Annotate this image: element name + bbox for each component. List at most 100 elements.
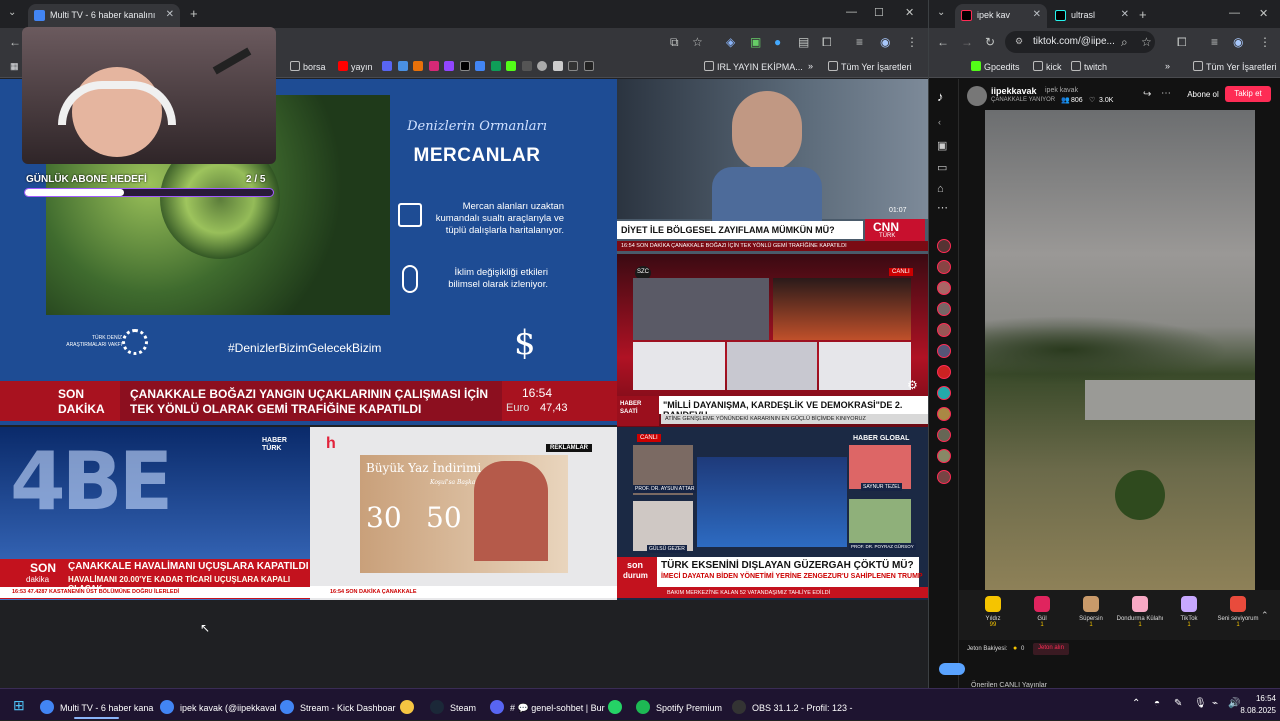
- bookmark-all[interactable]: Tüm Yer İşaretleri: [828, 61, 912, 72]
- followed-avatar[interactable]: [937, 449, 951, 463]
- home-icon[interactable]: ⌂: [937, 183, 944, 195]
- tab-tiktok-ultrasl[interactable]: ultrasl ✕: [1049, 4, 1135, 28]
- streamer-avatar[interactable]: [967, 86, 987, 106]
- followed-avatar[interactable]: [937, 260, 951, 274]
- gift-item[interactable]: Dondurma Külahı 1: [1116, 596, 1164, 628]
- gift-item[interactable]: Gül 1: [1018, 596, 1066, 628]
- extensions-puzzle-icon[interactable]: ⧠: [1177, 35, 1187, 50]
- tile-halk-tv[interactable]: h REKLAMLAR Büyük Yaz İndirimi Koşul'sa …: [310, 427, 617, 600]
- extension-b-icon[interactable]: ▣: [750, 35, 761, 49]
- live-video[interactable]: [985, 110, 1255, 590]
- new-tab-button[interactable]: +: [190, 6, 198, 21]
- star-icon[interactable]: ☆: [1141, 35, 1152, 49]
- bookmark-borsa[interactable]: borsa: [290, 61, 326, 72]
- taskbar-item[interactable]: Steam: [430, 689, 476, 721]
- windows-start-icon[interactable]: ⊞: [13, 697, 25, 714]
- taskbar-item[interactable]: Multi TV - 6 haber kana: [40, 689, 153, 721]
- subscribe-button[interactable]: Abone ol: [1181, 86, 1225, 104]
- site-info-icon[interactable]: ⚙: [1015, 36, 1023, 47]
- back-icon[interactable]: ←: [9, 35, 21, 49]
- collapse-icon[interactable]: ‹: [938, 117, 941, 127]
- followed-avatar[interactable]: [937, 302, 951, 316]
- media-icon[interactable]: ≡: [1211, 35, 1218, 49]
- taskbar-item[interactable]: OBS 31.1.2 - Profil: 123 -: [732, 689, 853, 721]
- bookmark-gpcedits[interactable]: Gpcedits: [971, 61, 1020, 72]
- chat-toggle[interactable]: [939, 663, 965, 675]
- bookmark-twitch[interactable]: twitch: [1071, 61, 1107, 72]
- clock-time[interactable]: 16:54: [1244, 694, 1276, 703]
- buy-coins-button[interactable]: Jeton alın: [1033, 643, 1069, 655]
- followed-avatar[interactable]: [937, 281, 951, 295]
- tile-cnn-turk[interactable]: 01:07 DİYET İLE BÖLGESEL ZAYIFLAMA MÜMKÜ…: [617, 79, 928, 254]
- tile-haber-global[interactable]: CANLI HABER GLOBAL PROF. DR. AYSUN ATTAR…: [617, 427, 928, 600]
- tab-tiktok-ipek[interactable]: ipek kav ✕: [955, 4, 1047, 28]
- live-icon[interactable]: ▭: [937, 161, 947, 174]
- gift-item[interactable]: TikTok 1: [1165, 596, 1213, 628]
- forward-icon[interactable]: →: [961, 35, 973, 49]
- menu-kebab-icon[interactable]: ⋮: [1259, 35, 1271, 49]
- extensions-puzzle-icon[interactable]: ⧠: [822, 35, 832, 50]
- inbox-icon[interactable]: ▣: [937, 139, 947, 152]
- tiktok-username[interactable]: iipekkavak: [991, 86, 1037, 96]
- minimize-button[interactable]: —: [846, 6, 857, 18]
- maximize-button[interactable]: ☐: [874, 6, 884, 19]
- tray-overflow-icon[interactable]: ⌃: [1132, 698, 1140, 709]
- bookmark-irl[interactable]: IRL YAYIN EKİPMA...: [704, 61, 803, 72]
- followed-avatar[interactable]: [937, 344, 951, 358]
- bookmark-icons-row[interactable]: [382, 61, 597, 72]
- share-icon[interactable]: ↪: [1143, 89, 1151, 100]
- reload-icon[interactable]: ↻: [985, 35, 995, 49]
- tab-search-icon[interactable]: ⌄: [8, 7, 16, 18]
- taskbar-item[interactable]: [608, 689, 628, 721]
- gift-item[interactable]: Yıldız 99: [969, 596, 1017, 628]
- taskbar-item[interactable]: Spotify Premium: [636, 689, 722, 721]
- followed-avatar[interactable]: [937, 323, 951, 337]
- star-icon[interactable]: ☆: [692, 35, 703, 49]
- followed-avatar[interactable]: [937, 428, 951, 442]
- close-window-button[interactable]: ✕: [1259, 7, 1268, 20]
- close-tab-icon[interactable]: ✕: [1121, 9, 1129, 20]
- gift-item[interactable]: Seni seviyorum 1: [1214, 596, 1262, 628]
- bookmarks-overflow[interactable]: »: [1165, 61, 1170, 71]
- menu-kebab-icon[interactable]: ⋮: [906, 35, 918, 49]
- close-window-button[interactable]: ✕: [905, 6, 914, 19]
- bookmarks-overflow[interactable]: »: [808, 61, 813, 71]
- clock-date[interactable]: 8.08.2025: [1226, 706, 1276, 715]
- taskbar-item[interactable]: # 💬 genel-sohbet | Bur: [490, 689, 605, 721]
- more-options-icon[interactable]: ⋯: [1161, 88, 1171, 99]
- tab-multi-tv[interactable]: Multi TV - 6 haber kanalını ✕: [28, 4, 180, 28]
- extension-a-icon[interactable]: ◈: [726, 35, 735, 49]
- tile-haberturk[interactable]: 4BE HABER TÜRK SON dakika ÇANAKKALE HAVA…: [0, 427, 310, 600]
- taskbar-item[interactable]: [400, 689, 420, 721]
- follow-button[interactable]: Takip et: [1225, 86, 1271, 102]
- new-tab-button[interactable]: +: [1139, 7, 1147, 22]
- zoom-icon[interactable]: ⌕: [1121, 35, 1128, 50]
- followed-avatar[interactable]: [937, 239, 951, 253]
- apps-grid-icon[interactable]: ▦: [10, 61, 19, 72]
- gift-scroll-up-icon[interactable]: ⌃: [1261, 610, 1269, 621]
- media-icon[interactable]: ≡: [856, 35, 863, 49]
- tray-app-icon[interactable]: ◓: [1154, 698, 1160, 709]
- tiktok-logo-icon[interactable]: ♪: [937, 89, 944, 104]
- extension-c-icon[interactable]: ●: [774, 35, 781, 49]
- taskbar-item[interactable]: ipek kavak (@iipekkaval: [160, 689, 277, 721]
- settings-gear-icon[interactable]: ⚙: [907, 378, 918, 392]
- profile-avatar-icon[interactable]: ◉: [1233, 35, 1243, 49]
- profile-avatar-icon[interactable]: ◉: [880, 35, 890, 49]
- followed-avatar[interactable]: [937, 386, 951, 400]
- gift-item[interactable]: Süpersin 1: [1067, 596, 1115, 628]
- close-tab-icon[interactable]: ✕: [1033, 9, 1041, 20]
- followed-avatar[interactable]: [937, 407, 951, 421]
- followed-avatar[interactable]: [937, 365, 951, 379]
- tile-szc[interactable]: SZC CANLI ⚙ HABER SAATİ "MİLLİ DAYANIŞMA…: [617, 254, 928, 427]
- more-icon[interactable]: ⋯: [937, 201, 948, 214]
- close-tab-icon[interactable]: ✕: [166, 9, 174, 20]
- tab-search-icon[interactable]: ⌄: [937, 7, 945, 18]
- network-icon[interactable]: ⌁: [1212, 698, 1218, 709]
- bookmark-all[interactable]: Tüm Yer İşaretleri: [1193, 61, 1277, 72]
- back-icon[interactable]: ←: [937, 35, 949, 49]
- bookmark-kick[interactable]: kick: [1033, 61, 1062, 72]
- extension-d-icon[interactable]: ▤: [798, 35, 809, 49]
- bookmark-yayin[interactable]: yayın: [338, 61, 373, 72]
- pen-icon[interactable]: ✎: [1174, 698, 1182, 709]
